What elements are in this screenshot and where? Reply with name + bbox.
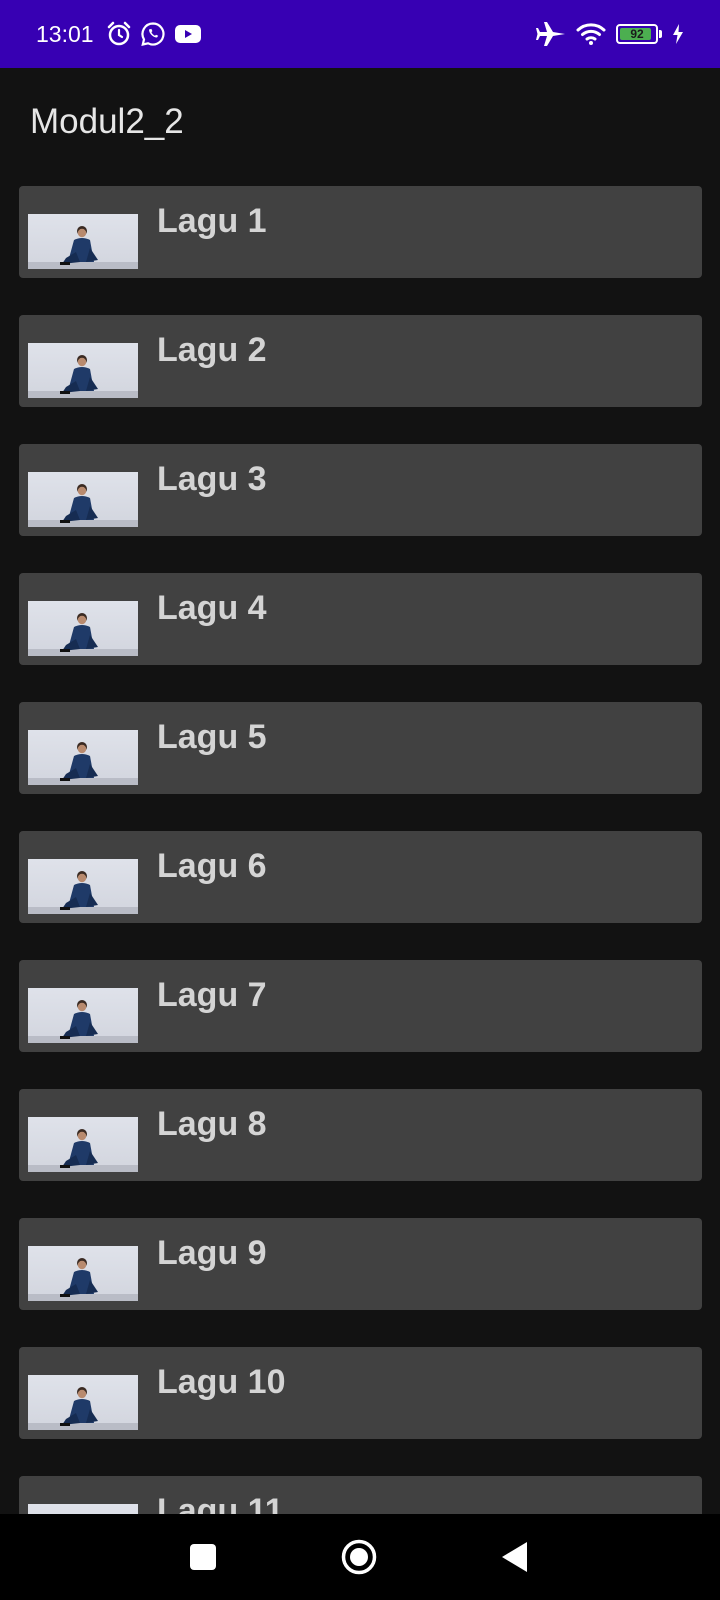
list-item-label: Lagu 2 (157, 331, 267, 369)
alarm-icon (106, 21, 132, 47)
list-item-label: Lagu 3 (157, 460, 267, 498)
song-thumbnail (28, 1375, 138, 1430)
status-time: 13:01 (36, 20, 94, 47)
list-item[interactable]: Lagu 10 (19, 1347, 702, 1439)
song-thumbnail (28, 472, 138, 527)
list-item[interactable]: Lagu 1 (19, 186, 702, 278)
recents-icon[interactable] (190, 1544, 216, 1570)
list-item[interactable]: Lagu 6 (19, 831, 702, 923)
list-item-label: Lagu 10 (157, 1363, 286, 1401)
charging-icon (672, 23, 684, 45)
song-thumbnail (28, 859, 138, 914)
song-thumbnail (28, 1246, 138, 1301)
song-thumbnail (28, 214, 138, 269)
whatsapp-icon (140, 21, 166, 47)
song-thumbnail (28, 730, 138, 785)
list-item-label: Lagu 5 (157, 718, 267, 756)
app-bar: Modul2_2 (0, 68, 720, 176)
list-item-label: Lagu 7 (157, 976, 267, 1014)
youtube-icon (174, 23, 202, 45)
status-bar: 13:01 92 (0, 0, 720, 68)
song-list[interactable]: Lagu 1 Lagu 2 Lagu 3 Lagu 4 Lagu 5 Lagu 6 Lagu… (0, 176, 720, 1514)
song-thumbnail (28, 988, 138, 1043)
list-item-label: Lagu 6 (157, 847, 267, 885)
wifi-icon (576, 22, 606, 46)
song-thumbnail (28, 601, 138, 656)
airplane-icon (536, 21, 566, 47)
list-item-label: Lagu 11 (157, 1492, 284, 1514)
list-item-label: Lagu 4 (157, 589, 267, 627)
list-item[interactable]: Lagu 5 (19, 702, 702, 794)
home-icon[interactable] (341, 1539, 377, 1575)
song-thumbnail (28, 1117, 138, 1172)
list-item[interactable]: Lagu 7 (19, 960, 702, 1052)
list-item[interactable]: Lagu 2 (19, 315, 702, 407)
list-item-label: Lagu 8 (157, 1105, 267, 1143)
navigation-bar (0, 1514, 720, 1600)
list-item[interactable]: Lagu 9 (19, 1218, 702, 1310)
list-item[interactable]: Lagu 4 (19, 573, 702, 665)
list-item-label: Lagu 1 (157, 202, 267, 240)
back-icon[interactable] (502, 1542, 528, 1572)
battery-level: 92 (630, 27, 644, 41)
battery-icon: 92 (616, 24, 662, 44)
song-thumbnail (28, 1504, 138, 1514)
song-thumbnail (28, 343, 138, 398)
list-item-label: Lagu 9 (157, 1234, 267, 1272)
list-item[interactable]: Lagu 11 (19, 1476, 702, 1514)
list-item[interactable]: Lagu 3 (19, 444, 702, 536)
app-title: Modul2_2 (30, 102, 184, 141)
list-item[interactable]: Lagu 8 (19, 1089, 702, 1181)
